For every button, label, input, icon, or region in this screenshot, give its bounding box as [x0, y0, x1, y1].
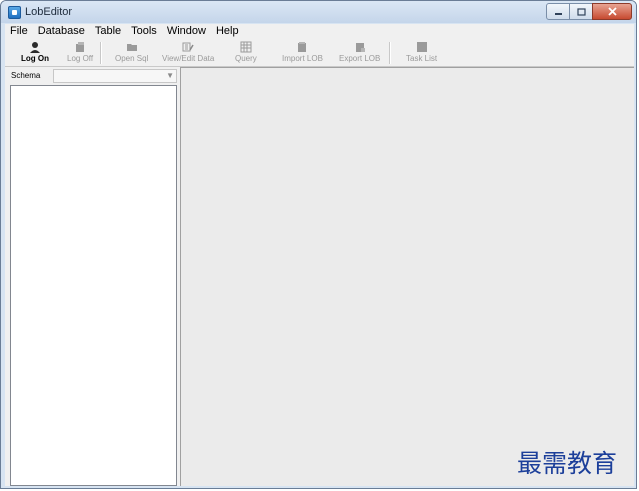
schema-dropdown[interactable]: ▼: [53, 69, 177, 83]
menu-tools[interactable]: Tools: [126, 24, 162, 39]
folder-icon: [126, 40, 138, 53]
title-bar[interactable]: LobEditor: [1, 1, 636, 23]
app-icon: [8, 6, 21, 19]
menu-file[interactable]: File: [5, 24, 33, 39]
maximize-button[interactable]: [569, 3, 593, 20]
import-icon: [296, 40, 308, 53]
query-icon: [240, 40, 252, 53]
user-icon: [29, 40, 41, 53]
import-lob-button[interactable]: Import LOB: [282, 40, 323, 64]
menu-database[interactable]: Database: [33, 24, 90, 39]
task-list-icon: [416, 40, 428, 53]
schema-tree-panel[interactable]: [10, 85, 177, 486]
minimize-icon: [554, 12, 562, 15]
task-list-button[interactable]: Task List: [406, 40, 437, 64]
minimize-button[interactable]: [546, 3, 570, 20]
toolbar-separator: [389, 42, 391, 64]
schema-label: Schema: [11, 71, 41, 80]
schema-bar: Schema ▼: [9, 69, 177, 84]
window-title: LobEditor: [25, 6, 73, 18]
menu-window[interactable]: Window: [162, 24, 211, 39]
app-window: LobEditor File Database Table Tools Wind…: [0, 0, 637, 489]
toolbar-separator: [100, 42, 102, 64]
window-controls: [546, 3, 632, 20]
close-icon: [607, 7, 617, 16]
view-edit-data-button[interactable]: View/Edit Data: [162, 40, 214, 64]
client-area: Schema ▼: [5, 67, 634, 486]
export-icon: [354, 40, 366, 53]
query-button[interactable]: Query: [235, 40, 257, 64]
log-on-button[interactable]: Log On: [21, 40, 49, 64]
log-off-icon: [74, 40, 86, 53]
menu-help[interactable]: Help: [211, 24, 244, 39]
menu-table[interactable]: Table: [90, 24, 126, 39]
toolbar: Log On Log Off Open Sql View/Edit Data Q…: [5, 39, 634, 67]
chevron-down-icon: ▼: [166, 71, 174, 80]
log-off-button[interactable]: Log Off: [67, 40, 93, 64]
maximize-icon: [576, 7, 586, 16]
mdi-workspace: [180, 67, 634, 486]
menu-bar: File Database Table Tools Window Help: [5, 24, 634, 39]
export-lob-button[interactable]: Export LOB: [339, 40, 380, 64]
edit-data-icon: [182, 40, 194, 53]
close-button[interactable]: [592, 3, 632, 20]
watermark-text: 最需教育: [517, 449, 618, 478]
open-sql-button[interactable]: Open Sql: [115, 40, 148, 64]
